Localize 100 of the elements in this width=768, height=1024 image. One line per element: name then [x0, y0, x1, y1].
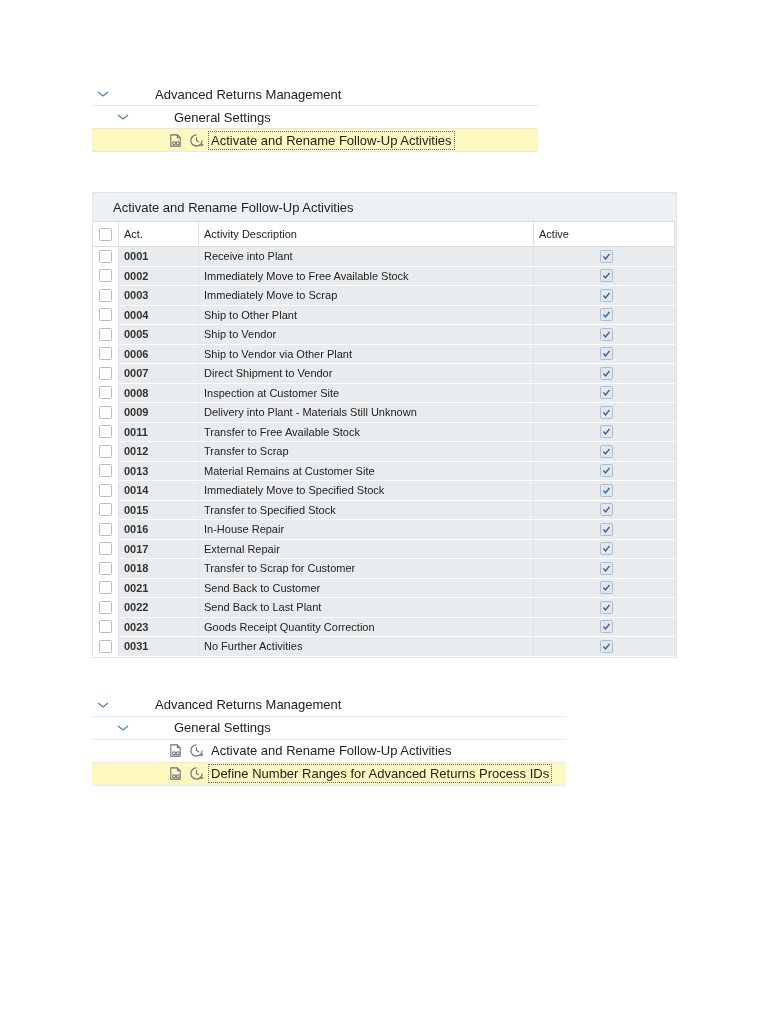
table-cell: 0002 — [119, 266, 199, 286]
tree-item[interactable]: Activate and Rename Follow-Up Activities — [208, 130, 455, 150]
table-cell: No Further Activities — [199, 637, 534, 657]
tree-item[interactable]: Activate and Rename Follow-Up Activities — [208, 741, 455, 760]
tree-node[interactable]: General Settings — [171, 107, 274, 127]
row-checkbox[interactable] — [99, 269, 112, 283]
table-cell: Transfer to Scrap — [199, 442, 534, 462]
document-glasses-icon[interactable] — [168, 743, 183, 758]
row-checkbox[interactable] — [99, 639, 112, 653]
row-checkbox[interactable] — [99, 347, 112, 361]
tree-node[interactable]: General Settings — [171, 718, 274, 737]
row-checkbox[interactable] — [99, 249, 112, 263]
row-checkbox[interactable] — [99, 405, 112, 419]
table-cell: Send Back to Last Plant — [199, 598, 534, 618]
table-cell: Material Remains at Customer Site — [199, 461, 534, 481]
active-checkbox[interactable] — [600, 366, 613, 380]
active-checkbox[interactable] — [600, 542, 613, 556]
active-checkbox[interactable] — [600, 561, 613, 575]
table-cell: 0013 — [119, 461, 199, 481]
table-cell: 0011 — [119, 422, 199, 442]
table-cell: Immediately Move to Scrap — [199, 286, 534, 306]
active-checkbox[interactable] — [600, 503, 613, 517]
active-checkbox[interactable] — [600, 522, 613, 536]
table-cell: In-House Repair — [199, 520, 534, 540]
active-checkbox[interactable] — [600, 405, 613, 419]
tree-node[interactable]: Advanced Returns Management — [152, 84, 345, 104]
tree-item[interactable]: Define Number Ranges for Advanced Returns Process IDs — [208, 764, 553, 783]
active-checkbox[interactable] — [600, 425, 613, 439]
table-cell: 0003 — [119, 286, 199, 306]
row-checkbox[interactable] — [99, 327, 112, 341]
clock-icon[interactable] — [189, 132, 204, 148]
active-checkbox[interactable] — [600, 347, 613, 361]
row-checkbox[interactable] — [99, 561, 112, 575]
table-cell: Inspection at Customer Site — [199, 383, 534, 403]
active-checkbox[interactable] — [600, 386, 613, 400]
table-cell: 0031 — [119, 637, 199, 657]
row-checkbox[interactable] — [99, 425, 112, 439]
table-cell: Ship to Other Plant — [199, 305, 534, 325]
row-checkbox[interactable] — [99, 464, 112, 478]
column-header[interactable]: Act. — [119, 221, 199, 247]
active-checkbox[interactable] — [600, 308, 613, 322]
row-checkbox[interactable] — [99, 581, 112, 595]
table-cell: 0001 — [119, 247, 199, 267]
table-cell: Transfer to Specified Stock — [199, 500, 534, 520]
row-checkbox[interactable] — [99, 308, 112, 322]
chevron-icon[interactable] — [96, 89, 110, 99]
table-cell: Transfer to Scrap for Customer — [199, 559, 534, 579]
table-cell: 0008 — [119, 383, 199, 403]
table-cell: Send Back to Customer — [199, 578, 534, 598]
active-checkbox[interactable] — [600, 600, 613, 614]
clock-icon[interactable] — [189, 766, 204, 781]
column-header[interactable]: Active — [534, 221, 675, 247]
table-cell: 0018 — [119, 559, 199, 579]
table-cell: Immediately Move to Free Available Stock — [199, 266, 534, 286]
active-checkbox[interactable] — [600, 327, 613, 341]
active-checkbox[interactable] — [600, 249, 613, 263]
row-checkbox[interactable] — [99, 503, 112, 517]
table-cell: 0023 — [119, 617, 199, 637]
row-checkbox[interactable] — [99, 366, 112, 380]
active-checkbox[interactable] — [600, 288, 613, 302]
row-checkbox[interactable] — [99, 444, 112, 458]
active-checkbox[interactable] — [600, 639, 613, 653]
clock-icon[interactable] — [189, 743, 204, 758]
table-cell: 0005 — [119, 325, 199, 345]
table-cell: Direct Shipment to Vendor — [199, 364, 534, 384]
table-cell: Ship to Vendor via Other Plant — [199, 344, 534, 364]
table-cell: 0007 — [119, 364, 199, 384]
select-all-checkbox[interactable] — [99, 227, 112, 241]
document-glasses-icon[interactable] — [168, 132, 183, 148]
table-cell: Receive into Plant — [199, 247, 534, 267]
table-cell: 0016 — [119, 520, 199, 540]
table-cell: Transfer to Free Available Stock — [199, 422, 534, 442]
chevron-icon[interactable] — [116, 112, 130, 122]
table-title: Activate and Rename Follow-Up Activities — [112, 199, 355, 217]
row-checkbox[interactable] — [99, 483, 112, 497]
table-cell: Goods Receipt Quantity Correction — [199, 617, 534, 637]
row-checkbox[interactable] — [99, 288, 112, 302]
active-checkbox[interactable] — [600, 444, 613, 458]
row-checkbox[interactable] — [99, 620, 112, 634]
table-cell: 0015 — [119, 500, 199, 520]
tree-node[interactable]: Advanced Returns Management — [152, 695, 345, 714]
table-cell: 0017 — [119, 539, 199, 559]
active-checkbox[interactable] — [600, 269, 613, 283]
row-checkbox[interactable] — [99, 542, 112, 556]
active-checkbox[interactable] — [600, 464, 613, 478]
table-cell: Delivery into Plant - Materials Still Unknown — [199, 403, 534, 423]
row-checkbox[interactable] — [99, 522, 112, 536]
active-checkbox[interactable] — [600, 620, 613, 634]
table-cell: Immediately Move to Specified Stock — [199, 481, 534, 501]
row-checkbox[interactable] — [99, 600, 112, 614]
table-cell: Ship to Vendor — [199, 325, 534, 345]
column-header[interactable]: Activity Description — [199, 221, 534, 247]
row-checkbox[interactable] — [99, 386, 112, 400]
table-cell: External Repair — [199, 539, 534, 559]
table-cell: 0012 — [119, 442, 199, 462]
table-cell: 0014 — [119, 481, 199, 501]
document-glasses-icon[interactable] — [168, 766, 183, 781]
active-checkbox[interactable] — [600, 581, 613, 595]
active-checkbox[interactable] — [600, 483, 613, 497]
table-cell: 0006 — [119, 344, 199, 364]
